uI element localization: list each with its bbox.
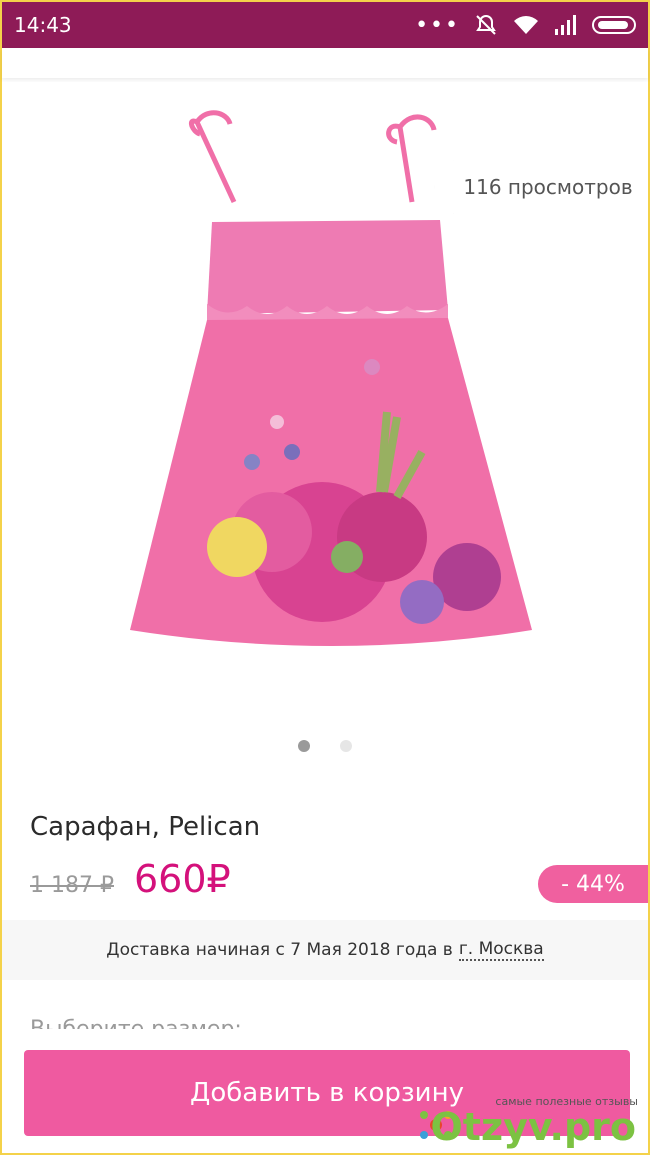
product-title: Сарафан, Pelican <box>30 812 261 842</box>
current-price: 660₽ <box>133 857 231 901</box>
delivery-text: Доставка начиная с 7 Мая 2018 года в <box>106 940 453 960</box>
battery-icon <box>592 16 636 34</box>
old-price: 1 187 ₽ <box>30 873 114 898</box>
status-time: 14:43 <box>14 13 72 37</box>
watermark-brand: Otzyv.pro <box>430 1105 636 1149</box>
image-pagination[interactable] <box>2 740 648 752</box>
more-dots-icon: ••• <box>415 12 460 38</box>
price-row: 1 187 ₽ 660₽ <box>30 857 231 901</box>
delivery-info: Доставка начиная с 7 Мая 2018 года в г. … <box>2 920 648 980</box>
views-count-tag: 116 просмотров <box>434 160 644 214</box>
city-link[interactable]: г. Москва <box>458 939 544 961</box>
wifi-icon <box>514 16 538 34</box>
size-selector-label: Выберите размер: <box>30 1015 242 1029</box>
signal-icon <box>555 15 576 35</box>
mute-icon <box>476 14 496 35</box>
pagination-dot[interactable] <box>340 740 352 752</box>
status-icons: ••• <box>415 13 636 38</box>
discount-badge: - 44% <box>538 865 648 903</box>
pagination-dot-active[interactable] <box>298 740 310 752</box>
watermark: самые полезные отзывы Otzyv.pro <box>410 1095 640 1149</box>
top-nav-bar <box>2 48 648 78</box>
status-bar: 14:43 ••• <box>2 2 648 48</box>
